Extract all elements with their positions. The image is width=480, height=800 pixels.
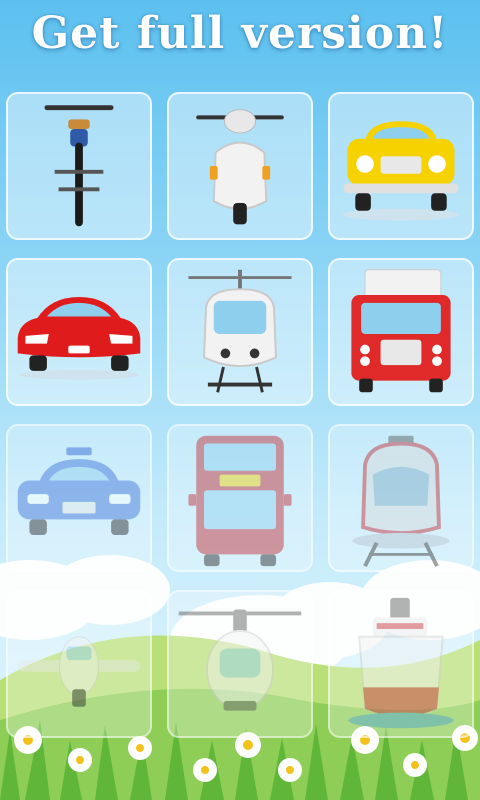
tile-monorail[interactable] (167, 258, 313, 406)
airplane-icon (17, 636, 141, 707)
tile-double-decker-bus[interactable] (167, 424, 313, 572)
bicycle-icon (44, 105, 114, 227)
tile-taxi[interactable] (328, 92, 474, 240)
tile-fire-truck[interactable] (328, 258, 474, 406)
tile-scooter[interactable] (167, 92, 313, 240)
tile-ship[interactable] (328, 590, 474, 738)
tile-police-car[interactable] (6, 424, 152, 572)
tile-sports-car[interactable] (6, 258, 152, 406)
get-full-version-title[interactable]: Get full version! (0, 8, 480, 59)
ship-icon (348, 597, 454, 729)
scooter-icon (196, 109, 284, 225)
taxi-icon (342, 121, 460, 221)
police-car-icon (17, 447, 141, 535)
tram-icon (352, 435, 450, 567)
monorail-icon (188, 269, 292, 393)
sports-car-icon (17, 296, 141, 380)
tile-airplane[interactable] (6, 590, 152, 738)
tile-bicycle[interactable] (6, 92, 152, 240)
fire-truck-icon (351, 269, 451, 393)
tile-tram[interactable] (328, 424, 474, 572)
tile-helicopter[interactable] (167, 590, 313, 738)
vehicle-grid (6, 92, 474, 738)
double-decker-bus-icon (188, 435, 292, 567)
helicopter-icon (178, 609, 302, 711)
